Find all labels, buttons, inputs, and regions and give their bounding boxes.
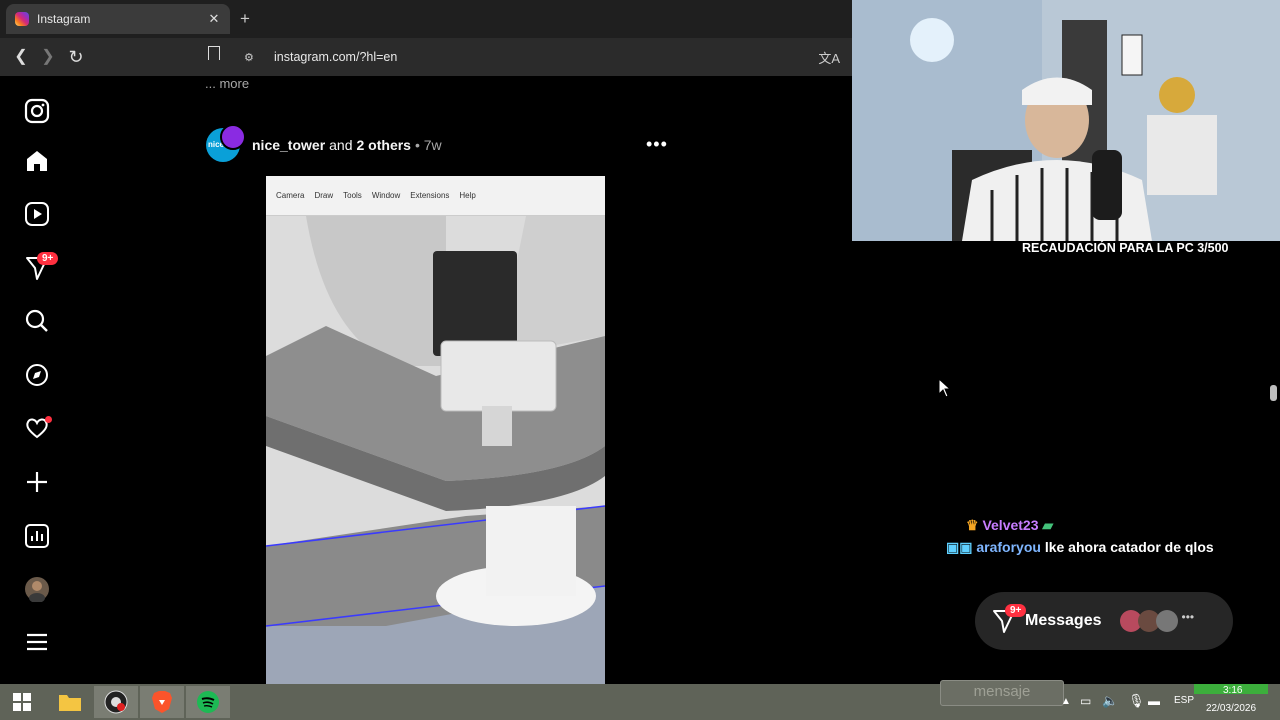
url-text: instagram.com/?hl=en (274, 50, 398, 64)
post-time: • 7w (414, 137, 442, 153)
video-menu-item: Window (371, 191, 401, 200)
address-bar[interactable]: ⚙ instagram.com/?hl=en 文A (236, 43, 848, 71)
stream-goal-overlay: RECAUDACIÓN PARA LA PC 3/500 (1022, 241, 1229, 255)
chat-input-ghost: mensaje (940, 680, 1064, 706)
instagram-icon[interactable] (23, 97, 51, 125)
video-menu-item: Help (459, 191, 476, 200)
browser-toolbar: ❮ ❯ ↻ ⚙ instagram.com/?hl=en 文A (0, 38, 852, 76)
reels-icon[interactable] (23, 200, 51, 228)
browser-tab[interactable]: Instagram ✕ (6, 4, 230, 34)
messages-label: Messages (1025, 612, 1102, 629)
video-app-menubar: Camera Draw Tools Window Extensions Help (266, 176, 605, 216)
more-icon: ••• (1181, 610, 1195, 624)
messages-badge: 9+ (1005, 604, 1027, 617)
badge-icon: ▣▣ (946, 539, 977, 555)
mouse-cursor-icon (938, 378, 952, 398)
microphone-icon[interactable]: 🎙 (1128, 693, 1145, 709)
obs-icon[interactable] (94, 686, 138, 718)
notification-dot (45, 416, 52, 423)
post-media[interactable]: Camera Draw Tools Window Extensions Help (194, 176, 677, 684)
tab-close-icon[interactable]: ✕ (206, 11, 222, 27)
post-header: nice nice_tower and 2 others • 7w (206, 124, 666, 162)
video-menu-item: Camera (276, 191, 305, 200)
streamer-webcam (852, 0, 1280, 241)
recent-contacts: ••• (1119, 610, 1195, 632)
clock-date[interactable]: 22/03/2026 (1206, 703, 1256, 714)
home-icon[interactable] (23, 147, 51, 175)
tab-title: Instagram (37, 12, 91, 26)
browser-tab-bar: Instagram ✕ + (0, 0, 852, 38)
post-and-text: and (329, 137, 353, 153)
avatar (1155, 610, 1178, 632)
collab-avatar[interactable] (220, 124, 246, 150)
volume-icon[interactable]: 🔈 (1102, 693, 1118, 709)
post-username[interactable]: nice_tower (252, 137, 325, 153)
chat-text: lke ahora catador de qlos (1044, 539, 1214, 555)
search-icon[interactable] (23, 307, 51, 335)
post-avatar[interactable]: nice (206, 124, 246, 162)
instagram-favicon-icon (15, 12, 29, 26)
avatar[interactable] (23, 575, 51, 603)
spotify-icon[interactable] (186, 686, 230, 718)
messages-floating-button[interactable]: 9+ Messages ••• (975, 592, 1233, 650)
webcam-image (852, 0, 1280, 241)
chat-username: araforyou (976, 539, 1041, 555)
chat-username: Velvet23 (982, 517, 1039, 533)
new-tab-icon[interactable]: + (240, 9, 250, 29)
windows-taskbar: mensaje ▲ ▭ 🔈 🎙 ▬ ESP 3:16 22/03/2026 (0, 680, 1280, 720)
sidebar-nav: 9+ (0, 76, 74, 684)
video-menu-item: Tools (343, 191, 362, 200)
site-info-icon[interactable]: ⚙ (244, 51, 258, 64)
file-explorer-icon[interactable] (48, 686, 92, 718)
caption-more-link[interactable]: ... more (205, 76, 249, 91)
hamburger-icon[interactable] (23, 628, 51, 656)
battery-icon[interactable]: ▬ (1148, 694, 1160, 708)
brave-browser-icon[interactable] (140, 686, 184, 718)
crown-icon: ♛ (966, 517, 983, 533)
forward-icon[interactable]: ❯ (37, 46, 59, 68)
reload-icon[interactable]: ↻ (65, 46, 87, 68)
video-menu-item: Draw (314, 191, 334, 200)
post-others[interactable]: 2 others (357, 137, 411, 153)
plus-icon[interactable] (23, 468, 51, 496)
windows-start-icon[interactable] (0, 686, 44, 718)
explore-icon[interactable] (23, 361, 51, 389)
clock-time[interactable]: 3:16 (1223, 685, 1242, 696)
bookmark-icon[interactable] (208, 46, 220, 60)
3d-desk-scene (266, 216, 605, 684)
back-icon[interactable]: ❮ (10, 46, 32, 68)
emote-icon: ▰ (1038, 517, 1054, 533)
network-icon[interactable]: ▭ (1080, 694, 1091, 708)
tray-expand-icon[interactable]: ▲ (1061, 696, 1071, 707)
language-indicator[interactable]: ESP (1174, 695, 1194, 706)
video-menu-item: Extensions (410, 191, 450, 200)
post-options-icon[interactable]: ••• (646, 134, 668, 155)
chat-message: ♛ Velvet23 ▰ (966, 517, 1053, 534)
chat-message: ▣▣ araforyou lke ahora catador de qlos (946, 539, 1214, 556)
translate-icon[interactable]: 文A (818, 48, 840, 67)
insights-icon[interactable] (23, 522, 51, 550)
messages-badge: 9+ (37, 252, 59, 265)
video-frame[interactable]: Camera Draw Tools Window Extensions Help (266, 176, 605, 684)
scrollbar-thumb[interactable] (1270, 385, 1277, 401)
